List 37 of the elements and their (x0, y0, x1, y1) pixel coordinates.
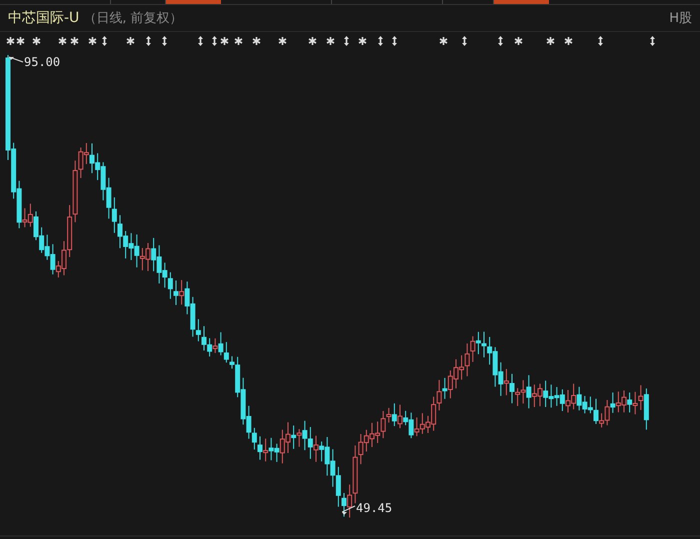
asterisk-icon (546, 36, 555, 46)
asterisk-icon (326, 36, 335, 46)
up-down-arrow-icon (648, 36, 657, 46)
price-label: 95.00 (24, 55, 60, 69)
selected-tab-edge[interactable] (166, 0, 221, 4)
asterisk-icon (220, 36, 229, 46)
asterisk-icon (564, 36, 573, 46)
asterisk-icon (70, 36, 79, 46)
asterisk-icon (16, 36, 25, 46)
up-down-arrow-icon (376, 36, 385, 46)
asterisk-icon (278, 36, 287, 46)
up-down-arrow-icon (160, 36, 169, 46)
selected-tab-edge[interactable] (494, 0, 549, 4)
asterisk-icon (58, 36, 67, 46)
asterisk-icon (32, 36, 41, 46)
chart-mode-label: （日线, 前复权） (83, 10, 183, 27)
asterisk-icon (88, 36, 97, 46)
up-down-arrow-icon (390, 36, 399, 46)
asterisk-icon (514, 36, 523, 46)
asterisk-icon (308, 36, 317, 46)
up-down-arrow-icon (460, 36, 469, 46)
asterisk-icon (358, 36, 367, 46)
up-down-arrow-icon (210, 36, 219, 46)
up-down-arrow-icon (144, 36, 153, 46)
asterisk-icon (126, 36, 135, 46)
asterisk-icon (439, 36, 448, 46)
price-label: 49.45 (356, 501, 392, 515)
asterisk-icon (6, 36, 15, 46)
up-down-arrow-icon (100, 36, 109, 46)
asterisk-icon (234, 36, 243, 46)
asterisk-icon (252, 36, 261, 46)
up-down-arrow-icon (342, 36, 351, 46)
market-label: H股 (669, 10, 692, 27)
up-down-arrow-icon (596, 36, 605, 46)
stock-title: 中芯国际-U (8, 9, 80, 27)
up-down-arrow-icon (496, 36, 505, 46)
up-down-arrow-icon (196, 36, 205, 46)
